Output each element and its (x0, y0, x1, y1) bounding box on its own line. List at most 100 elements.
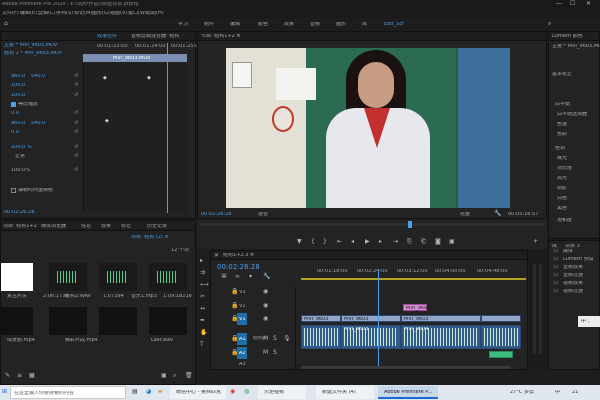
thumb-7[interactable] (99, 307, 137, 335)
reset-icon[interactable]: ↺ (74, 110, 78, 116)
tab-effect-controls[interactable]: 效果控件 (97, 34, 117, 39)
tab-project[interactable]: 项目: 结构1+2 (3, 224, 37, 229)
solo-icon[interactable]: S (273, 350, 277, 356)
anchor-y-value[interactable]: 540.0 (31, 121, 45, 126)
menu-marker[interactable]: 标记(M) (74, 11, 92, 16)
new-item-icon[interactable]: ▣ (161, 373, 167, 379)
lumetri-item[interactable]: 饱和度 (557, 218, 572, 223)
add-marker-icon[interactable]: ▼ (297, 239, 302, 245)
tab-effects[interactable]: 效果 (101, 224, 111, 229)
play-icon[interactable]: ▶ (365, 239, 370, 245)
step-forward-icon[interactable]: ▸ (379, 239, 382, 245)
menu-file[interactable]: 文件(F) (2, 11, 19, 16)
taskbar-app[interactable]: 火炬视频 (258, 386, 306, 399)
audio-clip-a1[interactable]: MVI_9604 (401, 325, 481, 349)
mute-icon[interactable]: M (263, 336, 268, 342)
reset-icon[interactable]: ↺ (74, 144, 78, 150)
ripple-edit-icon[interactable]: ⟷ (200, 282, 209, 288)
audio-clip-a3[interactable] (489, 351, 513, 358)
thumb-1[interactable] (1, 263, 33, 291)
eye-icon[interactable]: ◉ (263, 303, 268, 309)
trash-icon[interactable]: 🗑 (185, 373, 193, 379)
lock-icon[interactable]: 🔒 (231, 303, 238, 309)
library-item[interactable]: 媒体 (563, 249, 573, 254)
uniform-scale-checkbox[interactable] (11, 102, 16, 107)
add-button-icon[interactable]: + (533, 239, 538, 245)
thumb-4[interactable] (149, 263, 187, 291)
lumetri-item[interactable]: 白色 (557, 196, 567, 201)
reset-icon[interactable]: ↺ (74, 129, 78, 135)
go-to-in-icon[interactable]: ⇤ (337, 239, 342, 245)
program-title[interactable]: 节目: 结构1+2 ≡ (201, 34, 241, 39)
track-select-icon[interactable]: ⇉ (200, 270, 205, 276)
timeline-playhead[interactable] (378, 269, 379, 369)
ec-timecode[interactable]: 00:02:26:28 (4, 210, 35, 215)
keyframe-icon[interactable]: ◆ (147, 76, 151, 81)
scale-value[interactable]: 100.0 (11, 83, 25, 88)
audio-clip-a1[interactable] (481, 325, 521, 349)
tab-info[interactable]: 信息 (81, 224, 91, 229)
reset-icon[interactable]: ↺ (74, 120, 78, 126)
workspace-editing[interactable]: 编辑 (230, 22, 240, 27)
track-label[interactable]: V3 (239, 290, 246, 295)
workspace-assembly[interactable]: 组件 (204, 22, 214, 27)
menu-view[interactable]: 视图(V) (110, 11, 127, 16)
work-area-bar[interactable] (301, 278, 526, 280)
keyframe-icon[interactable]: ◆ (105, 119, 109, 124)
workspace-audio[interactable]: 音频 (310, 22, 320, 27)
track-label[interactable]: V2 (239, 304, 246, 309)
workspace-custom[interactable]: Edit_Scr (384, 22, 404, 27)
workspace-learn[interactable]: 学习 (178, 22, 188, 27)
solo-icon[interactable]: S (273, 336, 277, 342)
thumb-5[interactable] (1, 307, 33, 335)
video-clip-v1[interactable]: MVI_9603 (341, 315, 401, 322)
library-item[interactable]: 视频过渡 (563, 289, 583, 294)
quality-dropdown[interactable]: 完整 (460, 212, 470, 217)
track-label[interactable]: V1 (239, 317, 246, 322)
search-icon[interactable]: ⌕ (173, 373, 176, 379)
lock-icon[interactable]: 🔒 (231, 289, 238, 295)
taskbar-app-active[interactable]: Adobe Premiere P... (378, 386, 438, 399)
edge-icon[interactable]: ◕ (146, 389, 151, 395)
video-clip-v1[interactable] (481, 315, 521, 322)
windows-start-icon[interactable]: ⊞ (2, 389, 7, 395)
mute-icon[interactable]: M (263, 350, 268, 356)
library-item[interactable]: Lumetri 预设 (563, 257, 594, 262)
lumetri-item[interactable]: 色温 (557, 122, 567, 127)
search-icon[interactable]: ⌕ (548, 21, 551, 27)
go-to-out-icon[interactable]: ⇥ (393, 239, 398, 245)
scale-width-value[interactable]: 100.0 (11, 93, 25, 98)
razor-icon[interactable]: ✂ (200, 294, 205, 300)
timeline-tab[interactable]: 结构1+2.3 ≡ (223, 253, 254, 258)
slip-tool-icon[interactable]: ↔ (200, 306, 205, 312)
task-view-icon[interactable]: ▤ (132, 389, 138, 395)
library-item[interactable]: 视频效果 (563, 281, 583, 286)
thumb-3[interactable] (99, 263, 137, 291)
marker-icon[interactable]: ▾ (249, 274, 252, 280)
blend-mode-value[interactable]: 正常 (15, 154, 25, 159)
video-clip-v1[interactable]: MVI_9603 (401, 315, 481, 322)
lift-icon[interactable]: ⎘ (407, 239, 412, 245)
lumetri-item[interactable]: 对比度 (557, 166, 572, 171)
lumetri-item[interactable]: 曝光 (557, 156, 567, 161)
icon-view-icon[interactable]: ▦ (29, 373, 35, 379)
weather-text[interactable]: 27°C 多云 (510, 390, 534, 395)
thumb-8[interactable] (149, 307, 187, 335)
close-button[interactable]: ✕ (586, 1, 591, 7)
taskbar-app[interactable]: 微信中心 - 奥林匹克 (170, 386, 226, 399)
wechat-icon[interactable]: ◍ (244, 389, 249, 395)
list-view-icon[interactable]: ≡ (17, 373, 22, 379)
keyframe-icon[interactable]: ◆ (103, 76, 107, 81)
video-clip-v2[interactable]: MVI_9603 (403, 304, 430, 311)
menu-clip[interactable]: 剪辑(C) (38, 11, 55, 16)
menu-help[interactable]: 帮助(H) (146, 11, 164, 16)
lock-icon[interactable]: 🔒 (231, 336, 238, 342)
pen-tool-icon[interactable]: ✒ (200, 318, 205, 324)
reset-icon[interactable]: ↺ (74, 153, 78, 159)
audio-clip-a1[interactable] (301, 325, 341, 349)
library-item[interactable]: 音频过渡 (563, 273, 583, 278)
timeline-timecode[interactable]: 00:02:26:28 (217, 264, 260, 271)
taskbar-search[interactable]: 在这里输入你要搜索的内容 (10, 386, 126, 399)
folder-icon[interactable]: ▰ (158, 389, 163, 395)
opacity-value[interactable]: 100.0 % (11, 145, 32, 150)
